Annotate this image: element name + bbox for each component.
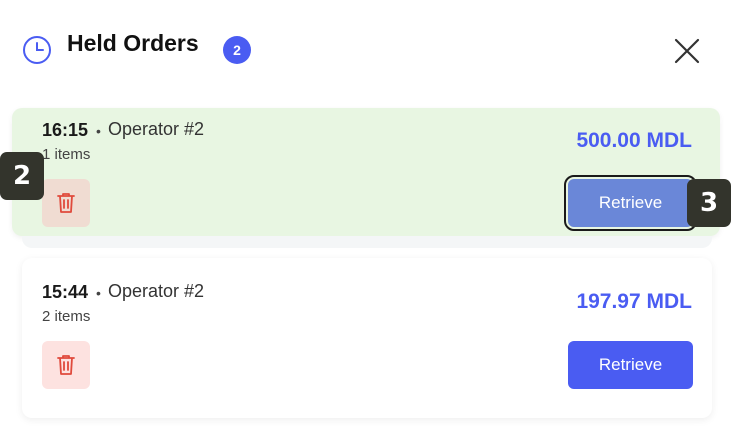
trash-icon	[57, 193, 75, 213]
dialog-title: Held Orders	[67, 30, 199, 56]
delete-order-button[interactable]	[42, 341, 90, 389]
retrieve-button[interactable]: Retrieve	[564, 175, 697, 231]
held-order-card: 16:15 • Operator #2 1 items 500.00 MDL R…	[12, 108, 720, 236]
close-icon[interactable]	[668, 32, 706, 70]
retrieve-button[interactable]: Retrieve	[568, 341, 693, 389]
annotation-marker: 3	[687, 179, 731, 227]
annotation-marker: 2	[0, 152, 44, 200]
order-count-badge: 2	[223, 36, 251, 64]
dialog-header: Held Orders 2	[0, 0, 734, 100]
order-operator: Operator #2	[108, 281, 205, 301]
order-amount: 197.97 MDL	[576, 290, 692, 313]
order-time: 16:15	[42, 120, 89, 140]
trash-icon	[57, 355, 75, 375]
delete-order-button[interactable]	[42, 179, 90, 227]
card-divider	[22, 236, 712, 248]
held-order-card: 15:44 • Operator #2 2 items 197.97 MDL R…	[22, 258, 712, 418]
order-amount: 500.00 MDL	[576, 129, 692, 152]
clock-icon	[23, 36, 51, 64]
order-items-count: 1 items	[42, 146, 91, 163]
order-operator: Operator #2	[108, 119, 205, 139]
order-time: 15:44	[42, 282, 89, 302]
separator-dot: •	[96, 285, 101, 301]
order-items-count: 2 items	[42, 308, 91, 325]
separator-dot: •	[96, 123, 101, 139]
